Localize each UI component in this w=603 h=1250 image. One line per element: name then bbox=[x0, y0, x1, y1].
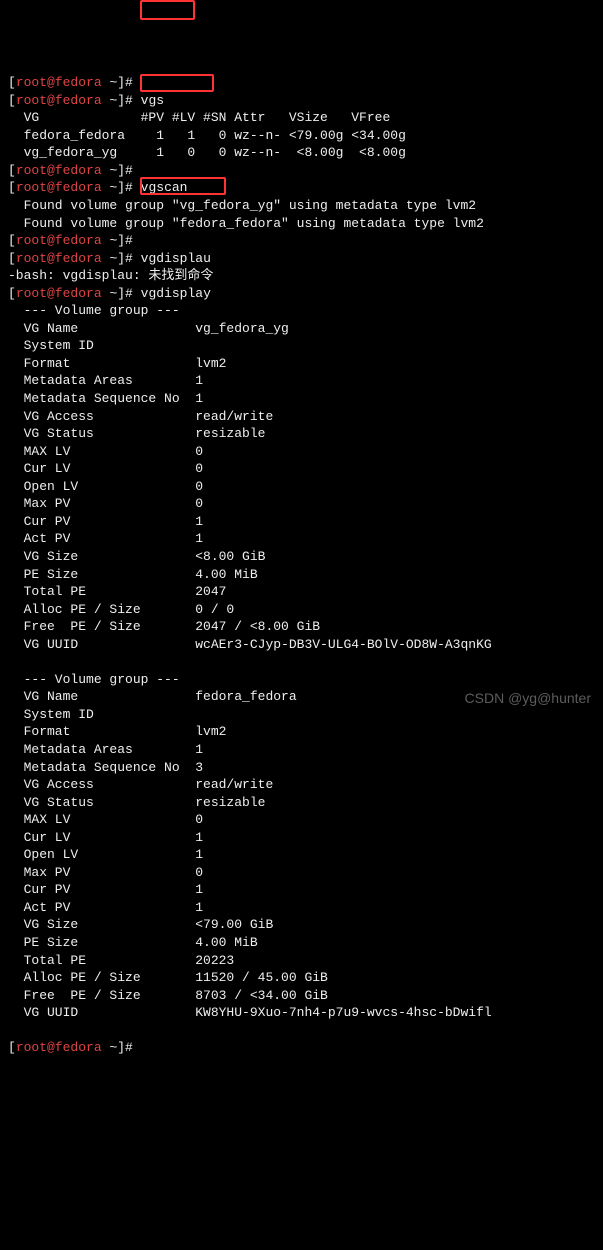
watermark: CSDN @yg@hunter bbox=[465, 689, 591, 708]
highlight-vgs bbox=[140, 0, 195, 20]
terminal-output: [root@fedora ~]#[root@fedora ~]# vgs VG … bbox=[8, 74, 595, 1057]
